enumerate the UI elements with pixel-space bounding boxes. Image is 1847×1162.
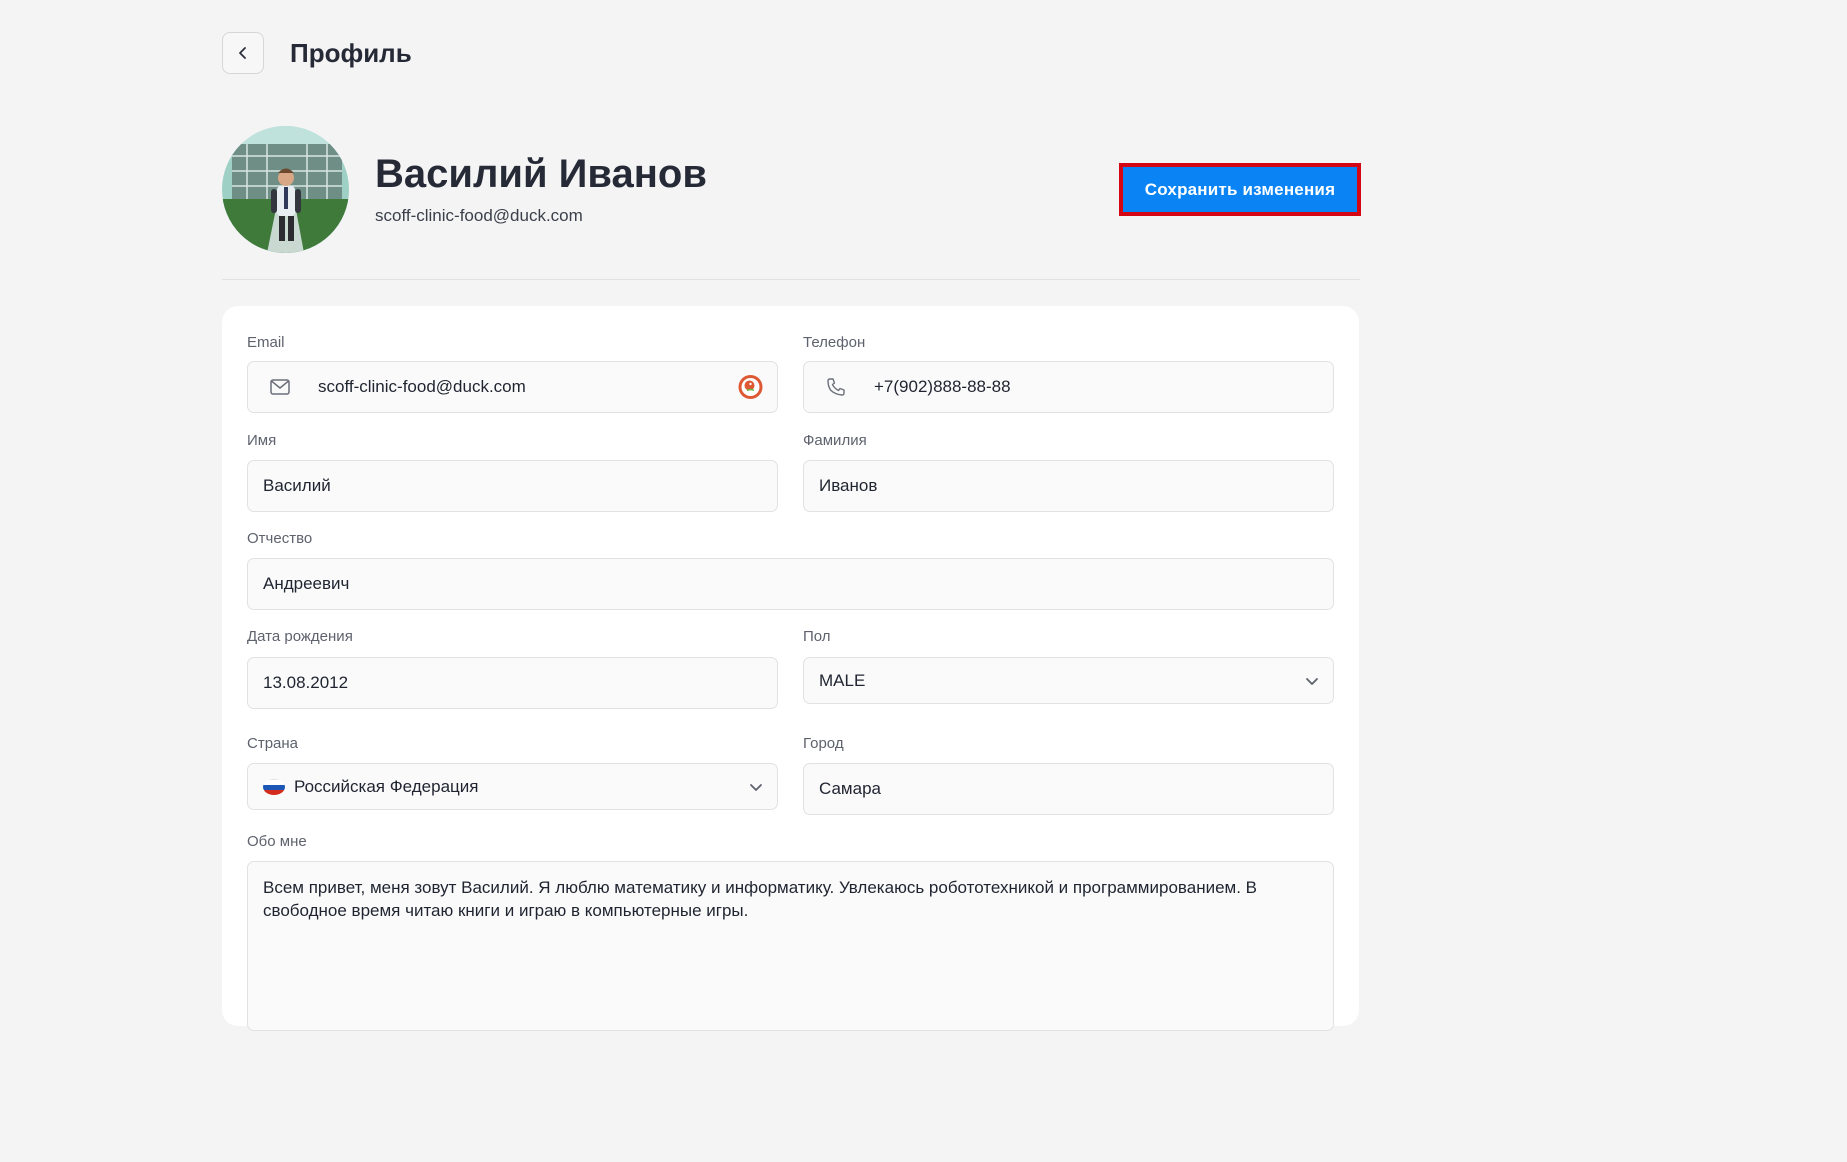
chevron-left-icon bbox=[239, 47, 246, 59]
page-title: Профиль bbox=[290, 37, 412, 68]
profile-form-card: Email scoff-clinic-food@duck.com Телефон bbox=[222, 306, 1359, 1031]
phone-value: +7(902)888-88-88 bbox=[874, 377, 1011, 396]
page-header: Профиль bbox=[222, 32, 412, 74]
back-button[interactable] bbox=[222, 32, 264, 74]
chevron-down-icon bbox=[749, 782, 763, 792]
mail-icon bbox=[269, 376, 291, 398]
profile-email: scoff-clinic-food@duck.com bbox=[375, 206, 583, 225]
last-name-label: Фамилия bbox=[803, 432, 867, 449]
divider bbox=[222, 279, 1360, 280]
first-name-label: Имя bbox=[247, 432, 277, 449]
about-label: Обо мне bbox=[247, 833, 307, 850]
first-name-value: Василий bbox=[263, 476, 331, 495]
gender-value: MALE bbox=[819, 670, 866, 690]
birth-date-field[interactable]: 13.08.2012 bbox=[247, 657, 778, 709]
phone-label: Телефон bbox=[803, 334, 866, 351]
city-value: Самара bbox=[819, 779, 881, 798]
country-value: Российская Федерация bbox=[294, 776, 479, 796]
last-name-field[interactable]: Иванов bbox=[803, 460, 1334, 512]
city-label: Город bbox=[803, 735, 844, 752]
birth-date-value: 13.08.2012 bbox=[263, 673, 349, 692]
birth-date-label: Дата рождения bbox=[247, 628, 353, 645]
about-textarea[interactable]: Всем привет, меня зовут Василий. Я люблю… bbox=[247, 861, 1334, 1031]
country-select[interactable]: Российская Федерация bbox=[247, 763, 778, 810]
gender-label: Пол bbox=[803, 628, 831, 645]
duckduckgo-icon[interactable] bbox=[738, 375, 763, 400]
phone-field[interactable]: +7(902)888-88-88 bbox=[803, 361, 1334, 413]
phone-icon bbox=[825, 376, 847, 398]
chevron-down-icon bbox=[1305, 676, 1319, 686]
email-value: scoff-clinic-food@duck.com bbox=[318, 377, 526, 396]
avatar[interactable] bbox=[222, 126, 349, 253]
email-field[interactable]: scoff-clinic-food@duck.com bbox=[247, 361, 778, 413]
country-label: Страна bbox=[247, 735, 299, 752]
profile-name: Василий Иванов bbox=[375, 152, 707, 196]
russia-flag-icon bbox=[263, 778, 285, 795]
gender-select[interactable]: MALE bbox=[803, 657, 1334, 704]
city-field[interactable]: Самара bbox=[803, 763, 1334, 815]
profile-summary: Василий Иванов scoff-clinic-food@duck.co… bbox=[222, 126, 1361, 254]
middle-name-field[interactable]: Андреевич bbox=[247, 558, 1334, 610]
save-changes-button[interactable]: Сохранить изменения bbox=[1119, 163, 1361, 216]
middle-name-value: Андреевич bbox=[263, 574, 350, 593]
last-name-value: Иванов bbox=[819, 476, 878, 495]
middle-name-label: Отчество bbox=[247, 530, 313, 547]
email-label: Email bbox=[247, 334, 285, 351]
first-name-field[interactable]: Василий bbox=[247, 460, 778, 512]
